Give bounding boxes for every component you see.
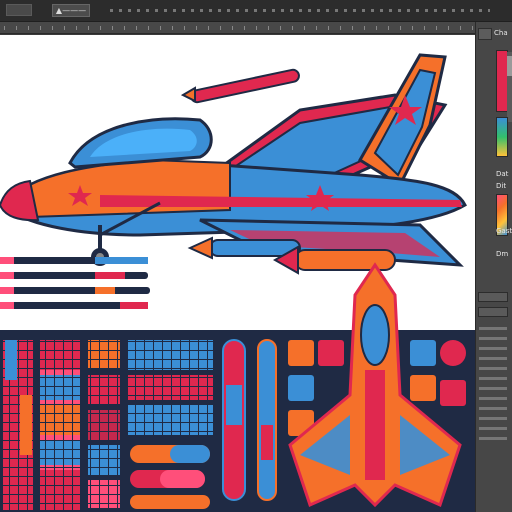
ruler-bar bbox=[0, 22, 490, 34]
right-panel: Cha Dat Dit Gaste Dm bbox=[475, 22, 512, 512]
panel-scrollbar-thumb[interactable] bbox=[507, 56, 512, 76]
panel-row[interactable] bbox=[479, 357, 507, 360]
toolbar-options-row bbox=[110, 9, 490, 12]
tile-grid-column-2 bbox=[40, 340, 80, 510]
editor-window: ▲——— Cha Dat Dit Gast Dm bbox=[0, 0, 512, 512]
sprite-sheet-illustration bbox=[0, 53, 475, 512]
panel-label-2: Dit bbox=[496, 182, 507, 190]
panel-tab[interactable] bbox=[478, 28, 492, 40]
panel-label-3: Gaste bbox=[496, 227, 512, 235]
document-field[interactable] bbox=[6, 4, 32, 16]
ruler-ticks bbox=[4, 26, 486, 30]
panel-row[interactable] bbox=[479, 417, 507, 420]
mode-dropdown[interactable]: ▲——— bbox=[52, 4, 90, 17]
artboard-canvas[interactable] bbox=[0, 35, 475, 512]
panel-row[interactable] bbox=[479, 407, 507, 410]
panel-button-2[interactable] bbox=[478, 307, 508, 317]
panel-row[interactable] bbox=[479, 387, 507, 390]
panel-row[interactable] bbox=[479, 327, 507, 330]
panel-row[interactable] bbox=[479, 347, 507, 350]
panel-row[interactable] bbox=[479, 397, 507, 400]
panel-row[interactable] bbox=[479, 437, 507, 440]
panel-row[interactable] bbox=[479, 377, 507, 380]
panel-row[interactable] bbox=[479, 367, 507, 370]
missile-bars-sprites bbox=[0, 257, 150, 309]
color-gradient-swatch[interactable] bbox=[496, 117, 508, 157]
panel-row[interactable] bbox=[479, 337, 507, 340]
panel-header-label: Cha bbox=[494, 29, 508, 37]
tile-grid-column-1 bbox=[3, 340, 33, 510]
panel-label-1: Dat bbox=[496, 170, 509, 178]
top-toolbar: ▲——— bbox=[0, 0, 512, 22]
panel-label-4: Dm bbox=[496, 250, 509, 258]
tile-grid-column-3 bbox=[88, 340, 120, 510]
panel-button-1[interactable] bbox=[478, 292, 508, 302]
capsule-sprites bbox=[130, 445, 210, 509]
panel-row[interactable] bbox=[479, 427, 507, 430]
tile-grid-column-4 bbox=[128, 340, 213, 435]
fighter-jet-sprite bbox=[0, 53, 467, 275]
